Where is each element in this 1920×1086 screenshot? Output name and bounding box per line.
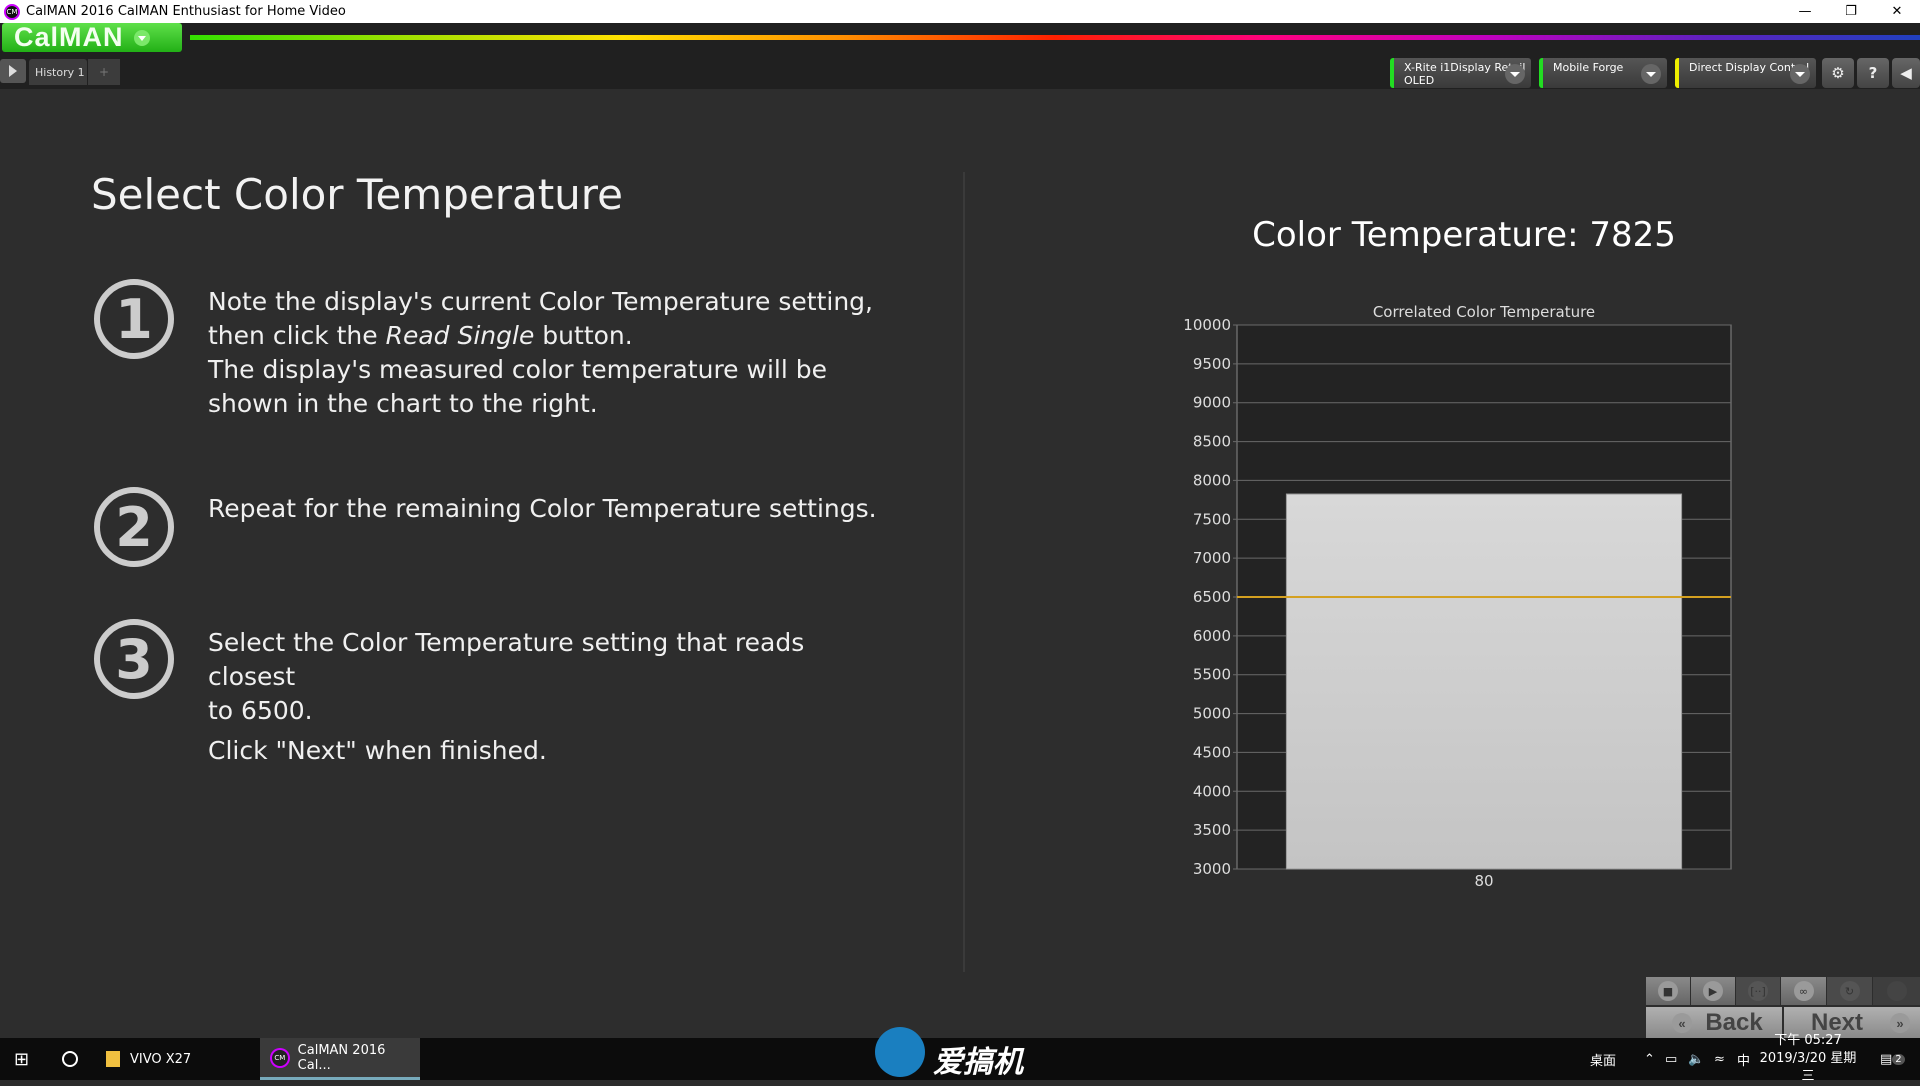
search-icon[interactable] <box>62 1038 78 1080</box>
y-tick-label: 9500 <box>1193 355 1231 373</box>
stop-button[interactable]: ■ <box>1646 977 1690 1005</box>
refresh-icon: ↻ <box>1839 981 1860 1001</box>
y-tick-label: 7500 <box>1193 510 1231 528</box>
cct-chart: Correlated Color Temperature 3000 3500 4000… <box>1183 303 1732 890</box>
measurement-toolbar: ■ ▶ [··] ∞ ↻ «Back Next» <box>1646 977 1920 1038</box>
y-tick-label: 6000 <box>1193 627 1231 645</box>
infinity-icon: ∞ <box>1793 981 1814 1001</box>
y-tick-label: 3000 <box>1193 860 1231 878</box>
watermark-text: 爱搞机 <box>933 1045 1023 1080</box>
time: 下午 05:27 <box>1774 1033 1842 1048</box>
date: 2019/3/20 星期三 <box>1759 1051 1857 1084</box>
y-tick-label: 5500 <box>1193 666 1231 684</box>
double-chevron-right-icon: » <box>1890 1013 1910 1033</box>
taskbar-label: VIVO X27 <box>130 1051 192 1067</box>
read-single-button[interactable]: ▶ <box>1691 977 1735 1005</box>
taskbar-item-folder[interactable]: VIVO X27 <box>106 1038 256 1080</box>
back-label: Back <box>1705 1008 1763 1036</box>
tray-expand-icon[interactable]: ⌃ <box>1644 1038 1655 1080</box>
notification-count: 2 <box>1892 1053 1905 1065</box>
y-tick-label: 3500 <box>1193 821 1231 839</box>
bracket-icon: [··] <box>1748 981 1768 1001</box>
double-chevron-left-icon: « <box>1672 1013 1692 1033</box>
stop-icon: ■ <box>1658 981 1678 1001</box>
clock[interactable]: 下午 05:27 2019/3/20 星期三 <box>1758 1033 1858 1084</box>
play-icon: ▶ <box>1703 981 1723 1001</box>
taskbar: ⊞ VIVO X27 CM CalMAN 2016 Cal... 爱搞机 桌面 ⌃… <box>0 1027 1920 1084</box>
circle-icon <box>1886 981 1907 1001</box>
read-series-button[interactable]: [··] <box>1736 977 1780 1005</box>
mascot-icon <box>875 1027 925 1077</box>
y-tick-label: 10000 <box>1183 316 1231 334</box>
y-tick-label: 8500 <box>1193 433 1231 451</box>
volume-muted-icon[interactable]: 🔈 <box>1688 1038 1704 1080</box>
taskbar-item-calman[interactable]: CM CalMAN 2016 Cal... <box>260 1038 420 1080</box>
y-tick-label: 6500 <box>1193 588 1231 606</box>
back-button[interactable]: « Back <box>1646 1007 1782 1038</box>
y-tick-label: 7000 <box>1193 549 1231 567</box>
ime-indicator[interactable]: 中 <box>1737 1038 1750 1080</box>
watermark-logo: 爱搞机 <box>875 1027 1023 1080</box>
chart-title: Correlated Color Temperature <box>1373 303 1595 321</box>
y-tick-label: 4500 <box>1193 743 1231 761</box>
taskbar-label: CalMAN 2016 Cal... <box>297 1042 386 1073</box>
folder-icon <box>106 1051 120 1067</box>
notifications-icon[interactable]: ▤ 2 <box>1880 1038 1905 1080</box>
record-button[interactable] <box>1873 977 1920 1005</box>
bar <box>1285 493 1683 870</box>
continuous-button[interactable]: ∞ <box>1781 977 1826 1005</box>
battery-icon[interactable]: ▭ <box>1665 1038 1677 1080</box>
x-tick-label: 80 <box>1474 872 1493 890</box>
y-tick-label: 9000 <box>1193 394 1231 412</box>
refresh-button[interactable]: ↻ <box>1827 977 1872 1005</box>
y-tick-label: 8000 <box>1193 471 1231 489</box>
calman-icon: CM <box>270 1047 290 1068</box>
wifi-icon[interactable]: ≈ <box>1714 1038 1725 1080</box>
y-tick-label: 4000 <box>1193 782 1231 800</box>
windows-start-icon[interactable]: ⊞ <box>14 1038 29 1080</box>
desktop-toolbar[interactable]: 桌面 <box>1590 1038 1616 1080</box>
y-tick-label: 5000 <box>1193 705 1231 723</box>
